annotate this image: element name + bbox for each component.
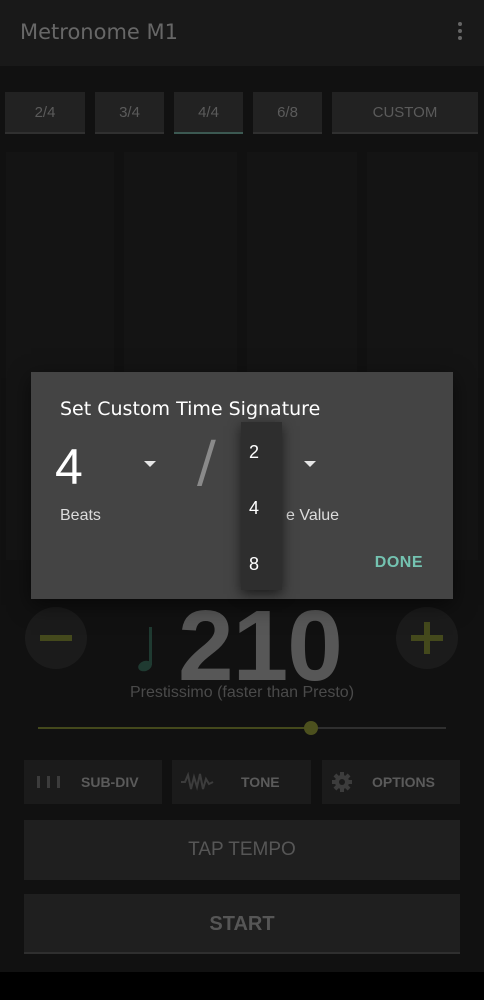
dialog-title: Set Custom Time Signature	[60, 398, 321, 420]
note-value-dropdown: 2 4 8	[241, 422, 282, 590]
note-value-dropdown-caret-icon[interactable]	[304, 461, 316, 467]
beats-spinner-value[interactable]: 4	[55, 438, 83, 496]
beats-dropdown-caret-icon[interactable]	[144, 461, 156, 467]
note-value-option-8[interactable]: 8	[241, 536, 282, 592]
note-value-label: e Value	[286, 507, 340, 524]
metronome-app: Metronome M1 2/4 3/4 4/4 6/8 CUSTOM 210 …	[0, 0, 484, 972]
done-button[interactable]: DONE	[375, 554, 423, 572]
note-value-option-4[interactable]: 4	[241, 480, 282, 536]
note-value-option-2[interactable]: 2	[241, 424, 282, 480]
time-signature-slash: /	[197, 430, 216, 495]
beats-label: Beats	[60, 507, 101, 524]
system-navigation-bar	[0, 972, 484, 1000]
